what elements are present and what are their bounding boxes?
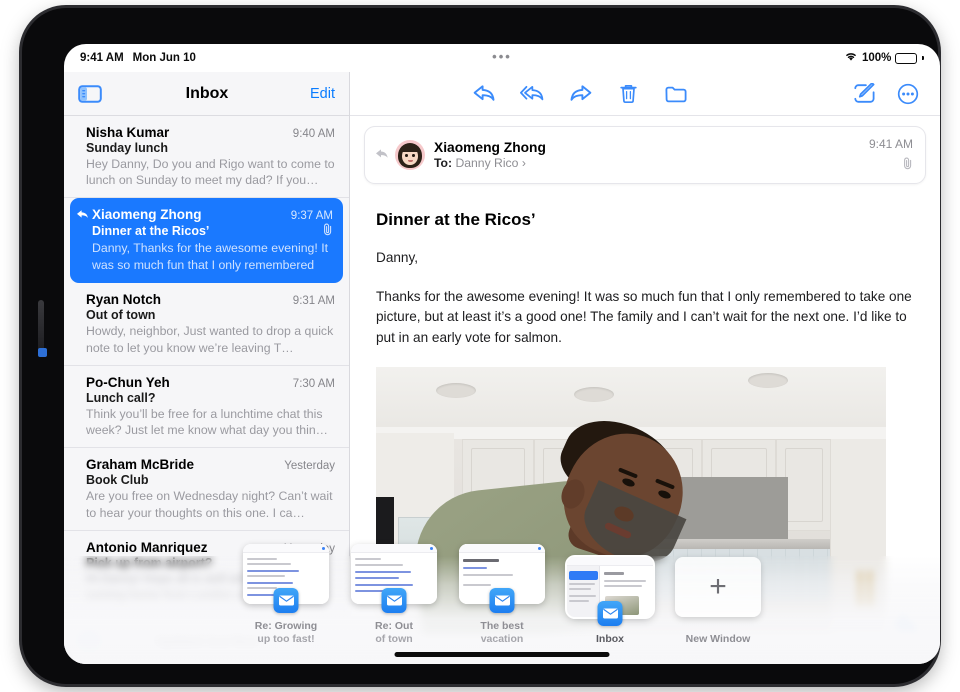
side-indicator-light bbox=[38, 348, 47, 357]
window-thumbnail[interactable] bbox=[459, 544, 545, 614]
forward-icon[interactable] bbox=[568, 82, 592, 106]
edit-button[interactable]: Edit bbox=[310, 86, 335, 102]
window-thumbnail[interactable] bbox=[351, 544, 437, 614]
message-sender-name: Xiaomeng Zhong bbox=[434, 140, 546, 155]
list-item[interactable]: Po-Chun Yeh 7:30 AM Lunch call? Think yo… bbox=[64, 366, 349, 449]
message-preview: Think you’ll be free for a lunchtime cha… bbox=[86, 406, 328, 438]
compose-icon[interactable] bbox=[852, 82, 876, 106]
header-meta: 9:41 AM bbox=[869, 137, 913, 173]
reply-all-icon[interactable] bbox=[520, 82, 544, 106]
plus-icon: + bbox=[709, 570, 727, 604]
message-sender: Xiaomeng Zhong bbox=[92, 207, 202, 223]
message-subject: Out of town bbox=[86, 308, 156, 323]
message-preview: Danny, Thanks for the awesome evening! I… bbox=[92, 241, 329, 272]
ipad-device-frame: 9:41 AM Mon Jun 10 ••• 100% Inbox Edit N… bbox=[22, 8, 940, 684]
chevron-right-icon[interactable]: › bbox=[522, 156, 526, 170]
message-recipient[interactable]: To: Danny Rico › bbox=[434, 156, 869, 170]
to-label: To: bbox=[434, 156, 453, 170]
toolbar-right-group bbox=[852, 82, 920, 106]
wifi-icon bbox=[844, 51, 858, 65]
side-button[interactable] bbox=[38, 300, 44, 354]
message-subject-heading: Dinner at the Ricos’ bbox=[376, 210, 536, 229]
screen-bottom-bar bbox=[64, 630, 940, 664]
ipad-screen: 9:41 AM Mon Jun 10 ••• 100% Inbox Edit N… bbox=[64, 44, 940, 664]
message-toolbar bbox=[350, 72, 940, 116]
battery-percent-label: 100% bbox=[861, 52, 892, 64]
message-subject: Lunch call? bbox=[86, 390, 156, 405]
list-item[interactable]: Graham McBride Yesterday Book Club Are y… bbox=[64, 448, 349, 531]
reply-icon[interactable] bbox=[472, 82, 496, 106]
message-preview: Are you free on Wednesday night? Can’t w… bbox=[86, 489, 333, 520]
battery-icon bbox=[895, 52, 918, 64]
status-bar-right: 100% bbox=[844, 51, 924, 65]
message-timestamp: 9:41 AM bbox=[868, 137, 913, 151]
paperclip-icon bbox=[323, 223, 333, 239]
recipient-name: Danny Rico bbox=[455, 156, 519, 170]
message-sender: Po-Chun Yeh bbox=[86, 374, 170, 390]
toolbar-actions-group bbox=[432, 82, 688, 106]
multitasking-controls-icon[interactable]: ••• bbox=[492, 50, 512, 63]
trash-icon[interactable] bbox=[616, 82, 640, 106]
message-body-paragraph: Danny, bbox=[376, 250, 419, 265]
folder-icon[interactable] bbox=[664, 82, 688, 106]
message-time: Yesterday bbox=[284, 460, 335, 473]
status-bar: 9:41 AM Mon Jun 10 ••• 100% bbox=[64, 44, 940, 72]
paperclip-icon bbox=[903, 157, 913, 173]
status-date: Mon Jun 10 bbox=[132, 52, 196, 64]
message-time: 7:30 AM bbox=[292, 377, 335, 390]
mail-app-icon bbox=[597, 601, 623, 627]
page-title: Inbox bbox=[185, 84, 229, 102]
message-sender: Graham McBride bbox=[86, 457, 195, 473]
list-item[interactable]: Ryan Notch 9:31 AM Out of town Howdy, ne… bbox=[64, 283, 349, 366]
status-time: 9:41 AM bbox=[80, 52, 124, 64]
message-time: 9:37 AM bbox=[290, 210, 333, 223]
message-preview: Hey Danny, Do you and Rigo want to come … bbox=[86, 157, 335, 188]
avatar[interactable] bbox=[395, 140, 425, 170]
list-item[interactable]: Nisha Kumar 9:40 AM Sunday lunch Hey Dan… bbox=[64, 116, 349, 199]
sender-info: Xiaomeng Zhong To: Danny Rico › bbox=[434, 140, 869, 170]
mail-app-icon bbox=[489, 588, 515, 614]
message-body-paragraph: Thanks for the awesome evening! It was s… bbox=[376, 288, 912, 345]
sidebar-toggle-icon[interactable] bbox=[78, 84, 102, 103]
message-sender: Ryan Notch bbox=[86, 292, 162, 308]
mail-app-icon bbox=[273, 588, 299, 614]
message-subject: Book Club bbox=[86, 473, 149, 488]
window-thumbnail[interactable] bbox=[565, 555, 655, 627]
list-item[interactable]: Xiaomeng Zhong 9:37 AM Dinner at the Ric… bbox=[70, 198, 343, 284]
mail-app-icon bbox=[381, 588, 407, 614]
more-options-icon[interactable] bbox=[896, 82, 920, 106]
message-preview: Howdy, neighbor, Just wanted to drop a q… bbox=[86, 324, 334, 355]
replied-arrow-icon bbox=[375, 148, 389, 163]
window-thumbnail[interactable] bbox=[243, 544, 329, 614]
home-indicator[interactable] bbox=[394, 652, 610, 657]
status-bar-left: 9:41 AM Mon Jun 10 bbox=[80, 52, 196, 64]
message-subject: Sunday lunch bbox=[86, 141, 168, 155]
message-sender: Nisha Kumar bbox=[86, 125, 170, 140]
message-header-card[interactable]: Xiaomeng Zhong To: Danny Rico › 9:41 AM bbox=[364, 126, 926, 184]
list-navigation-bar: Inbox Edit bbox=[64, 72, 349, 116]
new-window-button[interactable]: + bbox=[675, 557, 761, 618]
replied-arrow-icon bbox=[76, 209, 89, 223]
message-time: 9:31 AM bbox=[292, 295, 335, 308]
message-subject: Dinner at the Ricos’ bbox=[92, 224, 210, 239]
message-time: 9:40 AM bbox=[292, 128, 335, 140]
